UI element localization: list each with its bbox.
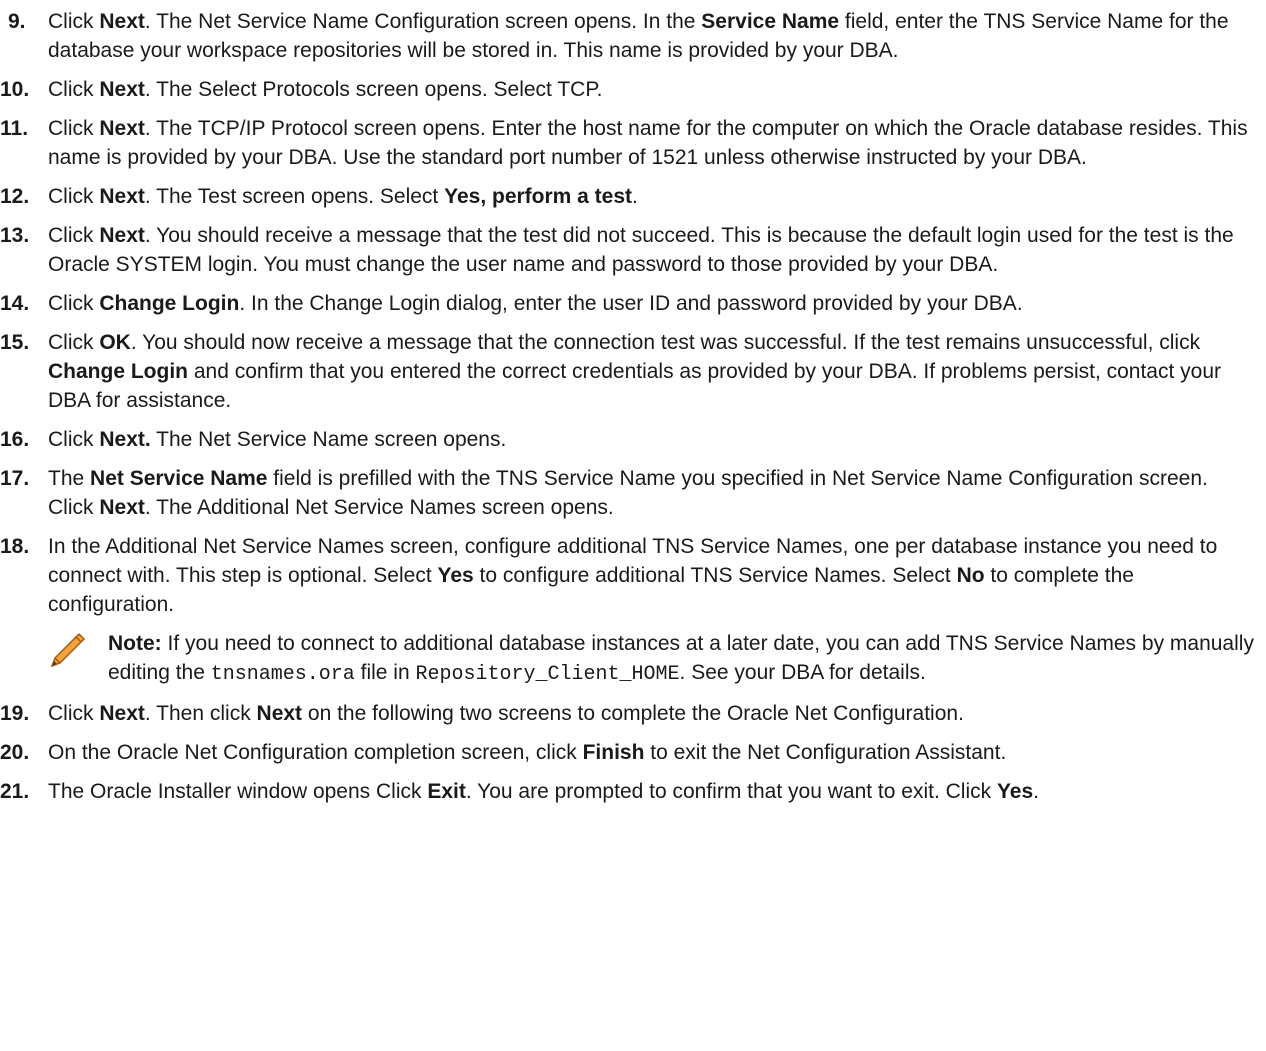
step-text: The Oracle Installer window opens Click … xyxy=(48,777,1266,806)
bold-term: Next xyxy=(99,117,145,140)
step-number: 20. xyxy=(0,741,30,764)
step-item: 19. Click Next. Then click Next on the fo… xyxy=(0,699,1266,728)
step-text: Click Next. The TCP/IP Protocol screen o… xyxy=(48,114,1266,172)
text-run: . Then click xyxy=(144,702,257,725)
step-text: The Net Service Name field is prefilled … xyxy=(48,464,1266,522)
step-item: 13. Click Next. You should receive a mess… xyxy=(0,221,1266,279)
text-run: . The Net Service Name Configuration scr… xyxy=(144,10,702,33)
step-item: 9. Click Next. The Net Service Name Confi… xyxy=(0,7,1266,65)
step-text: Click Change Login. In the Change Login … xyxy=(48,289,1266,318)
bold-term: Next xyxy=(99,496,145,519)
step-item: 12. Click Next. The Test screen opens. Se… xyxy=(0,182,1266,211)
step-item: 20. On the Oracle Net Configuration compl… xyxy=(0,738,1266,767)
bold-term: Yes, perform a test xyxy=(444,185,633,208)
step-text: Click OK. You should now receive a messa… xyxy=(48,328,1266,415)
step-item: 15. Click OK. You should now receive a me… xyxy=(0,328,1266,415)
step-text: Click Next. Then click Next on the follo… xyxy=(48,699,1266,728)
bold-term: OK xyxy=(99,331,131,354)
step-number: 16. xyxy=(0,428,30,451)
text-run: The Net Service Name screen opens. xyxy=(150,428,507,451)
step-number: 15. xyxy=(0,331,30,354)
bold-term: No xyxy=(956,564,985,587)
text-run: and confirm that you entered the correct… xyxy=(48,360,1221,412)
bold-term: Next xyxy=(99,10,145,33)
text-run: file in xyxy=(354,661,416,684)
bold-term: Net Service Name xyxy=(90,467,268,490)
text-run: Click xyxy=(48,224,100,247)
bold-term: Next xyxy=(99,224,145,247)
text-run: to configure additional TNS Service Name… xyxy=(473,564,957,587)
note-text: Note: If you need to connect to addition… xyxy=(108,629,1266,689)
instruction-list: 9. Click Next. The Net Service Name Confi… xyxy=(0,0,1266,806)
step-number: 9. xyxy=(8,10,26,33)
text-run: . The Test screen opens. Select xyxy=(144,185,445,208)
step-text: Click Next. The Select Protocols screen … xyxy=(48,75,1266,104)
step-number: 19. xyxy=(0,702,30,725)
bold-term: Next xyxy=(99,78,145,101)
bold-term: Next. xyxy=(99,428,151,451)
step-number: 10. xyxy=(0,78,30,101)
text-run: Click xyxy=(48,78,100,101)
step-number: 18. xyxy=(0,535,30,558)
text-run: Click xyxy=(48,292,100,315)
bold-term: Change Login xyxy=(99,292,240,315)
step-item: 11. Click Next. The TCP/IP Protocol scree… xyxy=(0,114,1266,172)
step-item: 18. In the Additional Net Service Names s… xyxy=(0,532,1266,619)
text-run: Click xyxy=(48,117,100,140)
step-item: 16. Click Next. The Net Service Name scre… xyxy=(0,425,1266,454)
step-text: Click Next. The Net Service Name Configu… xyxy=(48,7,1266,65)
text-run: The Oracle Installer window opens Click xyxy=(48,780,428,803)
text-run: The xyxy=(48,467,91,490)
code-term: tnsnames.ora xyxy=(210,663,355,686)
pencil-icon xyxy=(48,629,108,677)
text-run: . The Select Protocols screen opens. Sel… xyxy=(144,78,603,101)
step-item: 21. The Oracle Installer window opens Cli… xyxy=(0,777,1266,806)
bold-term: Yes xyxy=(437,564,474,587)
text-run: . You should receive a message that the … xyxy=(48,224,1234,276)
text-run: . See your DBA for details. xyxy=(679,661,926,684)
text-run: Click xyxy=(48,185,100,208)
text-run: . In the Change Login dialog, enter the … xyxy=(239,292,1023,315)
text-run: . xyxy=(632,185,638,208)
step-item: 14. Click Change Login. In the Change Log… xyxy=(0,289,1266,318)
step-text: Click Next. The Net Service Name screen … xyxy=(48,425,1266,454)
step-text: On the Oracle Net Configuration completi… xyxy=(48,738,1266,767)
bold-term: Next xyxy=(99,185,145,208)
step-number: 21. xyxy=(0,780,30,803)
text-run: . The TCP/IP Protocol screen opens. Ente… xyxy=(48,117,1248,169)
step-item: 10. Click Next. The Select Protocols scre… xyxy=(0,75,1266,104)
text-run: . xyxy=(1033,780,1040,803)
text-run: . You should now receive a message that … xyxy=(130,331,1201,354)
step-number: 13. xyxy=(0,224,30,247)
bold-term: Exit xyxy=(427,780,466,803)
step-number: 12. xyxy=(0,185,30,208)
bold-term: Note: xyxy=(108,632,162,655)
text-run: Click xyxy=(48,10,100,33)
step-number: 14. xyxy=(0,292,30,315)
bold-term: Finish xyxy=(582,741,645,764)
step-text: Click Next. The Test screen opens. Selec… xyxy=(48,182,1266,211)
text-run: . The Additional Net Service Names scree… xyxy=(144,496,614,519)
text-run: . You are prompted to confirm that you w… xyxy=(465,780,997,803)
code-term: Repository_Client_HOME xyxy=(415,663,680,686)
text-run: to exit the Net Configuration Assistant. xyxy=(644,741,1007,764)
text-run: Click xyxy=(48,331,100,354)
bold-term: Service Name xyxy=(701,10,840,33)
bold-term: Yes xyxy=(996,780,1034,803)
step-number: 11. xyxy=(0,117,29,140)
bold-term: Next xyxy=(99,702,145,725)
text-run: on the following two screens to complete… xyxy=(302,702,964,725)
text-run: Click xyxy=(48,702,100,725)
note-callout: Note: If you need to connect to addition… xyxy=(48,629,1266,689)
step-number: 17. xyxy=(0,467,30,490)
step-item: 17. The Net Service Name field is prefill… xyxy=(0,464,1266,522)
bold-term: Next xyxy=(256,702,303,725)
bold-term: Change Login xyxy=(48,360,188,383)
step-text: Click Next. You should receive a message… xyxy=(48,221,1266,279)
text-run: Click xyxy=(48,428,100,451)
text-run: On the Oracle Net Configuration completi… xyxy=(48,741,583,764)
step-text: In the Additional Net Service Names scre… xyxy=(48,532,1266,619)
